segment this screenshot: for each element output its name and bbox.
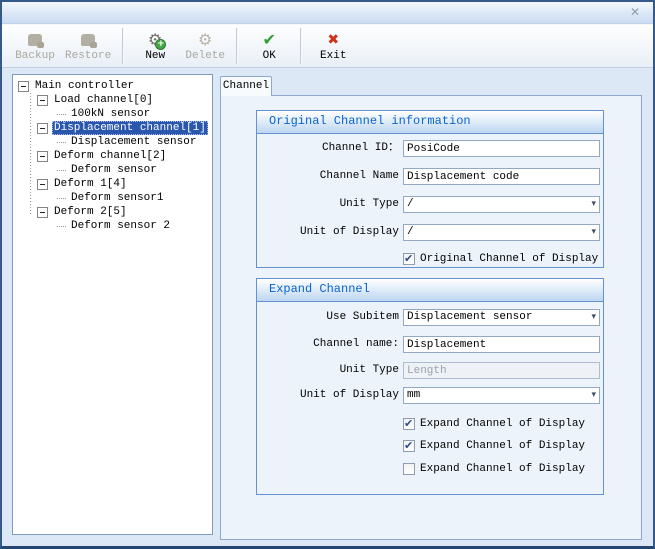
collapse-icon[interactable] [37, 179, 48, 190]
exit-x-icon: ✖ [327, 30, 339, 50]
chevron-down-icon: ▾ [591, 388, 596, 403]
tree-leaf-connector [57, 114, 66, 115]
toolbar-separator [122, 28, 124, 64]
expand-display-checkbox-row-3: Expand Channel of Display [403, 462, 585, 476]
toolbar-separator [300, 28, 302, 64]
use-subitem-label: Use Subitem [265, 309, 399, 326]
expand-unit-of-display-label: Unit of Display [265, 387, 399, 404]
original-display-checkbox-row: Original Channel of Display [403, 252, 598, 266]
tree-item-deform-sensor[interactable]: Deform sensor [13, 163, 212, 177]
unit-type-value: / [407, 198, 414, 210]
collapse-icon[interactable] [37, 95, 48, 106]
chevron-down-icon: ▾ [591, 225, 596, 240]
expand-unit-of-display-value: mm [407, 389, 420, 401]
new-button[interactable]: ⚙+ New [130, 26, 180, 66]
tree-item-deform-2[interactable]: Deform 2[5] [13, 205, 212, 219]
tree-leaf-connector [57, 226, 66, 227]
collapse-icon[interactable] [18, 81, 29, 92]
close-icon[interactable]: ✕ [627, 5, 643, 20]
tree-leaf-connector [57, 198, 66, 199]
expand-channel-name-label: Channel name: [265, 336, 399, 353]
use-subitem-combo[interactable]: Displacement sensor ▾ [403, 309, 600, 326]
new-gear-icon: ⚙+ [148, 30, 162, 50]
unit-of-display-combo[interactable]: / ▾ [403, 224, 600, 241]
expand-channel-name-input[interactable] [403, 336, 600, 353]
tree-item-deform-sensor-2[interactable]: Deform sensor 2 [13, 219, 212, 233]
tree-leaf-connector [57, 142, 66, 143]
expand-display-checkbox-row-1: Expand Channel of Display [403, 417, 585, 431]
tree-item-deform-sensor1[interactable]: Deform sensor1 [13, 191, 212, 205]
backup-icon [28, 30, 42, 50]
tree-item-deform-channel[interactable]: Deform channel[2] [13, 149, 212, 163]
unit-of-display-value: / [407, 226, 414, 238]
expand-display-checkbox-label-3: Expand Channel of Display [420, 462, 585, 476]
channel-id-label: Channel ID： [265, 140, 399, 157]
tree-item-displacement-channel[interactable]: Displacement channel[1] [13, 121, 212, 135]
chevron-down-icon: ▾ [591, 197, 596, 212]
restore-icon [81, 30, 95, 50]
expand-unit-type-input [403, 362, 600, 379]
original-display-checkbox[interactable] [403, 253, 415, 265]
expand-display-checkbox-2[interactable] [403, 440, 415, 452]
use-subitem-value: Displacement sensor [407, 311, 532, 323]
expand-channel-group-title: Expand Channel [257, 279, 603, 302]
collapse-icon[interactable] [37, 207, 48, 218]
backup-label: Backup [15, 50, 55, 63]
toolbar-separator [236, 28, 238, 64]
unit-of-display-label: Unit of Display [265, 224, 399, 241]
tree-item-displacement-sensor[interactable]: Displacement sensor [13, 135, 212, 149]
expand-channel-group: Expand Channel Use Subitem Displacement … [256, 278, 604, 495]
expand-unit-of-display-combo[interactable]: mm ▾ [403, 387, 600, 404]
unit-type-label: Unit Type [265, 196, 399, 213]
channel-tree: Main controller Load channel[0] 100kN se… [12, 74, 213, 535]
original-channel-group-title: Original Channel information [257, 111, 603, 134]
toolbar: Backup Restore ⚙+ New ⚙ Delete ✔ OK ✖ Ex… [2, 24, 653, 68]
delete-button[interactable]: ⚙ Delete [180, 26, 230, 66]
collapse-icon[interactable] [37, 151, 48, 162]
dialog-window: ✕ Backup Restore ⚙+ New ⚙ Delete ✔ OK ✖ … [0, 0, 655, 549]
unit-type-combo[interactable]: / ▾ [403, 196, 600, 213]
ok-check-icon: ✔ [263, 30, 276, 50]
expand-display-checkbox-row-2: Expand Channel of Display [403, 439, 585, 453]
expand-display-checkbox-1[interactable] [403, 418, 415, 430]
expand-display-checkbox-label-2: Expand Channel of Display [420, 439, 585, 453]
title-bar[interactable]: ✕ [2, 2, 653, 24]
channel-id-input[interactable] [403, 140, 600, 157]
restore-label: Restore [65, 50, 111, 63]
expand-unit-type-label: Unit Type [265, 362, 399, 379]
tree-item-main-controller[interactable]: Main controller [13, 79, 212, 93]
channel-name-input[interactable] [403, 168, 600, 185]
tree-connector-line [30, 93, 31, 216]
original-display-checkbox-label: Original Channel of Display [420, 252, 598, 266]
tree-item-deform-1[interactable]: Deform 1[4] [13, 177, 212, 191]
expand-display-checkbox-3[interactable] [403, 463, 415, 475]
tree-item-load-channel[interactable]: Load channel[0] [13, 93, 212, 107]
chevron-down-icon: ▾ [591, 310, 596, 325]
exit-label: Exit [320, 50, 346, 63]
delete-gear-icon: ⚙ [198, 30, 212, 50]
restore-button[interactable]: Restore [60, 26, 116, 66]
tree-leaf-connector [57, 170, 66, 171]
tree-item-100kn-sensor[interactable]: 100kN sensor [13, 107, 212, 121]
ok-label: OK [263, 50, 276, 63]
delete-label: Delete [185, 50, 225, 63]
ok-button[interactable]: ✔ OK [244, 26, 294, 66]
expand-display-checkbox-label-1: Expand Channel of Display [420, 417, 585, 431]
channel-name-label: Channel Name [265, 168, 399, 185]
new-label: New [145, 50, 165, 63]
collapse-icon[interactable] [37, 123, 48, 134]
tab-channel[interactable]: Channel [220, 76, 272, 96]
channel-tab-page: Original Channel information Channel ID：… [220, 95, 642, 540]
exit-button[interactable]: ✖ Exit [308, 26, 358, 66]
original-channel-group: Original Channel information Channel ID：… [256, 110, 604, 268]
backup-button[interactable]: Backup [10, 26, 60, 66]
